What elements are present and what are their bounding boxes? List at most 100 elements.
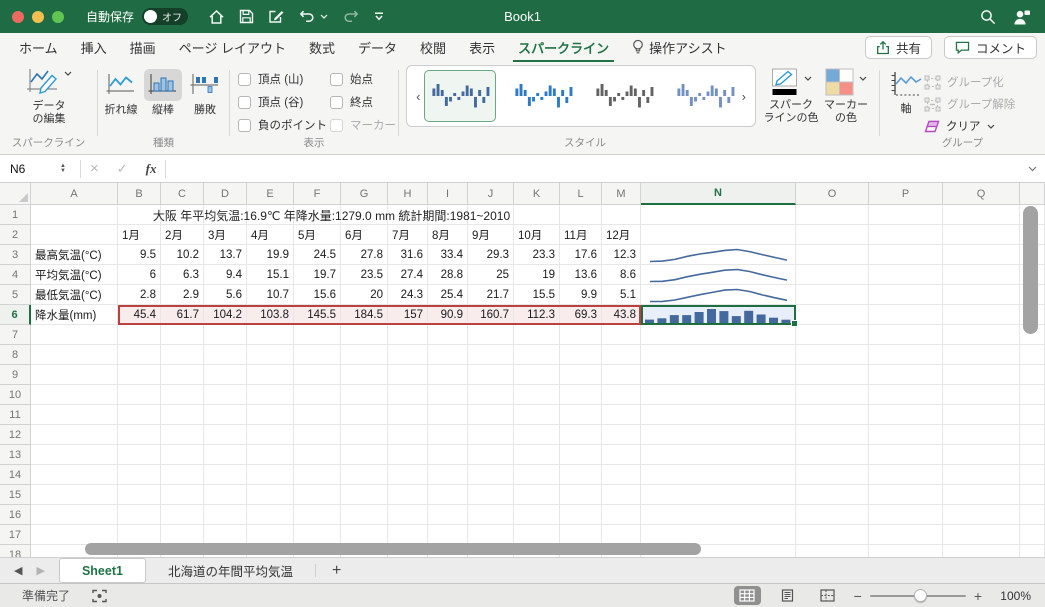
cell-E11[interactable] [247,405,294,425]
add-sheet-button[interactable]: + [316,558,357,583]
row-header-13[interactable]: 13 [0,445,31,465]
sheet-tab-2[interactable]: 北海道の年間平均気温 [146,558,315,583]
cell-Q18[interactable] [943,545,1020,557]
cell-K5[interactable]: 15.5 [514,285,560,305]
cell-B15[interactable] [118,485,161,505]
cell-L1[interactable] [560,205,602,225]
cell-B5[interactable]: 2.8 [118,285,161,305]
cell-O15[interactable] [796,485,869,505]
cell-O17[interactable] [796,525,869,545]
cell-C1[interactable] [161,205,204,225]
cell-C5[interactable]: 2.9 [161,285,204,305]
row-header-12[interactable]: 12 [0,425,31,445]
cell-F3[interactable]: 24.5 [294,245,341,265]
checkbox-4[interactable]: 終点 [330,94,396,110]
row-header-3[interactable]: 3 [0,245,31,265]
clear-button[interactable]: クリア [924,118,995,134]
cell-D14[interactable] [204,465,247,485]
cell-D4[interactable]: 9.4 [204,265,247,285]
cell-F1[interactable] [294,205,341,225]
row-header-5[interactable]: 5 [0,285,31,305]
cell-G15[interactable] [341,485,388,505]
name-box-stepper[interactable]: ▲ ▼ [60,163,66,174]
cell-Q9[interactable] [943,365,1020,385]
cell-M13[interactable] [602,445,641,465]
cell-O5[interactable] [796,285,869,305]
cell-L13[interactable] [560,445,602,465]
row-header-17[interactable]: 17 [0,525,31,545]
cell-Q5[interactable] [943,285,1020,305]
cell-I1[interactable] [428,205,468,225]
cell-I3[interactable]: 33.4 [428,245,468,265]
col-header-J[interactable]: J [468,183,514,205]
cell-E2[interactable]: 4月 [247,225,294,245]
cell-J17[interactable] [468,525,514,545]
row-header-8[interactable]: 8 [0,345,31,365]
type-column-button[interactable]: 縦棒 [143,69,183,117]
col-header-L[interactable]: L [560,183,602,205]
cell-E9[interactable] [247,365,294,385]
zoom-in-button[interactable]: + [974,588,982,604]
cell-O8[interactable] [796,345,869,365]
cell-L15[interactable] [560,485,602,505]
cell-G8[interactable] [341,345,388,365]
cell-N16[interactable] [641,505,796,525]
cell-M8[interactable] [602,345,641,365]
cell-A11[interactable] [31,405,118,425]
cell-I17[interactable] [428,525,468,545]
cell-C7[interactable] [161,325,204,345]
customize-toolbar-icon[interactable] [373,0,385,33]
cell-F17[interactable] [294,525,341,545]
cell-J6[interactable]: 160.7 [468,305,514,325]
cell-D3[interactable]: 13.7 [204,245,247,265]
cell-A3[interactable]: 最高気温(°C) [31,245,118,265]
cell-Q7[interactable] [943,325,1020,345]
cell-J7[interactable] [468,325,514,345]
cell-F7[interactable] [294,325,341,345]
row-header-1[interactable]: 1 [0,205,31,225]
cell-M7[interactable] [602,325,641,345]
cell-M16[interactable] [602,505,641,525]
zoom-out-button[interactable]: − [854,588,862,604]
checkbox-1[interactable]: 頂点 (谷) [238,94,327,110]
checkbox-box[interactable] [238,95,251,109]
cell-D17[interactable] [204,525,247,545]
col-header-M[interactable]: M [602,183,641,205]
col-header-A[interactable]: A [31,183,118,205]
cell-K2[interactable]: 10月 [514,225,560,245]
cell-O1[interactable] [796,205,869,225]
cell-L6[interactable]: 69.3 [560,305,602,325]
cell-B10[interactable] [118,385,161,405]
row-header-16[interactable]: 16 [0,505,31,525]
row-header-14[interactable]: 14 [0,465,31,485]
cell-Q4[interactable] [943,265,1020,285]
cell-M3[interactable]: 12.3 [602,245,641,265]
row-header-6[interactable]: 6 [0,305,31,325]
cell-K16[interactable] [514,505,560,525]
cell-C15[interactable] [161,485,204,505]
cell-E1[interactable] [247,205,294,225]
cell-18[interactable] [1020,545,1045,557]
cell-A7[interactable] [31,325,118,345]
cell-N8[interactable] [641,345,796,365]
cell-G2[interactable]: 6月 [341,225,388,245]
cell-D16[interactable] [204,505,247,525]
cell-P13[interactable] [869,445,943,465]
checkbox-box[interactable] [330,95,343,109]
cell-A10[interactable] [31,385,118,405]
cell-E15[interactable] [247,485,294,505]
cell-J14[interactable] [468,465,514,485]
row-header-18[interactable]: 18 [0,545,31,557]
cell-C2[interactable]: 2月 [161,225,204,245]
cell-8[interactable] [1020,345,1045,365]
cell-F5[interactable]: 15.6 [294,285,341,305]
cell-P5[interactable] [869,285,943,305]
undo-icon[interactable] [299,0,316,33]
sheet-nav-left-icon[interactable]: ◀ [14,564,22,577]
menu-tab-3[interactable]: ページ レイアウト [174,33,291,63]
menu-tab-9[interactable]: 操作アシスト [627,33,731,63]
cell-I15[interactable] [428,485,468,505]
cell-B14[interactable] [118,465,161,485]
cell-L3[interactable]: 17.6 [560,245,602,265]
checkbox-2[interactable]: 負のポイント [238,117,327,133]
